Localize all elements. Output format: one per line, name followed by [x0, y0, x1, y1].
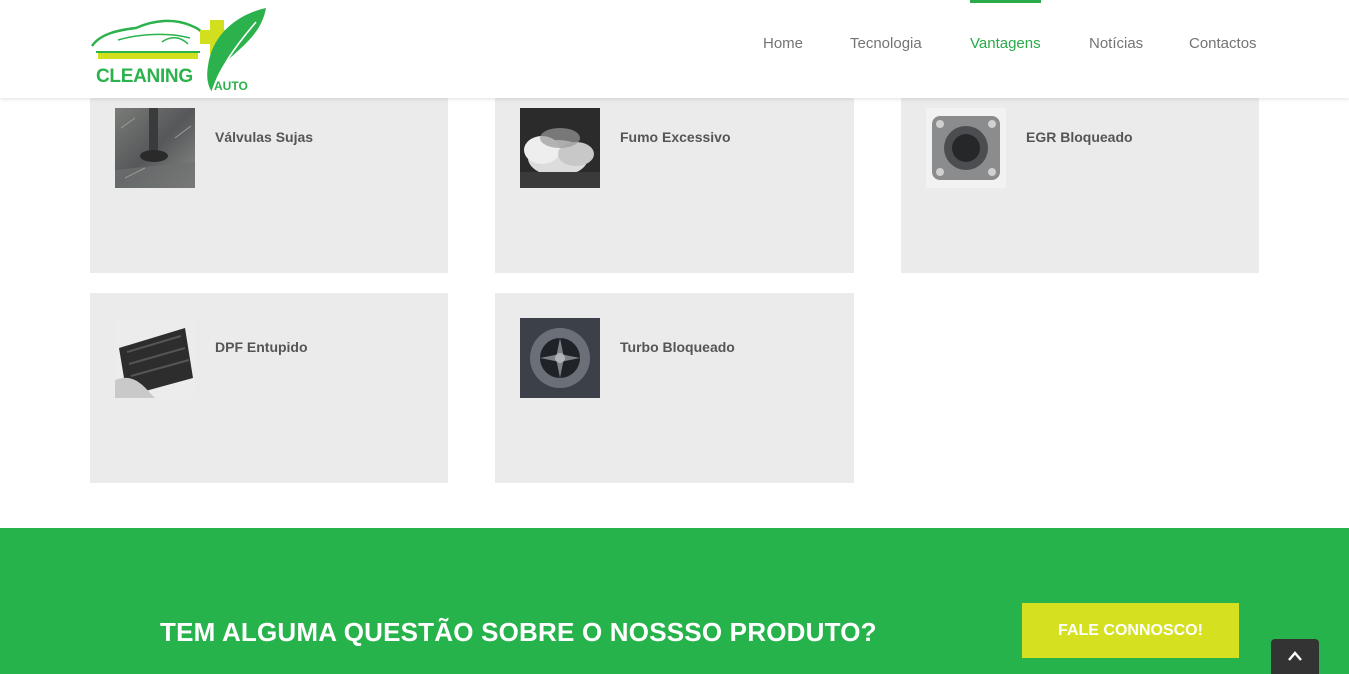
nav-contactos[interactable]: Contactos [1189, 35, 1257, 52]
nav-vantagens[interactable]: Vantagens [970, 0, 1041, 52]
back-to-top-button[interactable] [1271, 639, 1319, 674]
logo-word-main: CLEANING [96, 66, 193, 87]
logo-word-sub: AUTO [214, 79, 248, 93]
advantage-card: Fumo Excessivo [495, 83, 854, 273]
site-header: CLEANING AUTO Home Tecnologia Vantagens … [0, 0, 1349, 98]
cleaning-auto-logo[interactable]: CLEANING AUTO [88, 6, 272, 94]
advantage-card: Válvulas Sujas [90, 83, 448, 273]
contact-us-button[interactable]: FALE CONNOSCO! [1022, 603, 1239, 658]
advantage-card: DPF Entupido [90, 293, 448, 483]
card-title[interactable]: Turbo Bloqueado [620, 339, 735, 355]
contact-cta-section: TEM ALGUMA QUESTÃO SOBRE O NOSSSO PRODUT… [0, 528, 1349, 674]
card-title[interactable]: EGR Bloqueado [1026, 129, 1133, 145]
clogged-dpf-photo [115, 318, 195, 398]
nav-noticias[interactable]: Notícias [1089, 35, 1143, 52]
advantage-card: EGR Bloqueado [901, 83, 1259, 273]
advantage-card: Turbo Bloqueado [495, 293, 854, 483]
chevron-up-icon [1288, 651, 1302, 661]
main-nav: Home Tecnologia Vantagens Notícias Conta… [740, 0, 1280, 98]
turbo-photo [520, 318, 600, 398]
dirty-valve-photo [115, 108, 195, 188]
egr-valve-photo [926, 108, 1006, 188]
card-title[interactable]: Válvulas Sujas [215, 129, 313, 145]
card-title[interactable]: DPF Entupido [215, 339, 308, 355]
excessive-smoke-photo [520, 108, 600, 188]
nav-home[interactable]: Home [763, 35, 803, 52]
card-title[interactable]: Fumo Excessivo [620, 129, 731, 145]
nav-tecnologia[interactable]: Tecnologia [850, 35, 922, 52]
cta-heading: TEM ALGUMA QUESTÃO SOBRE O NOSSSO PRODUT… [160, 617, 877, 647]
